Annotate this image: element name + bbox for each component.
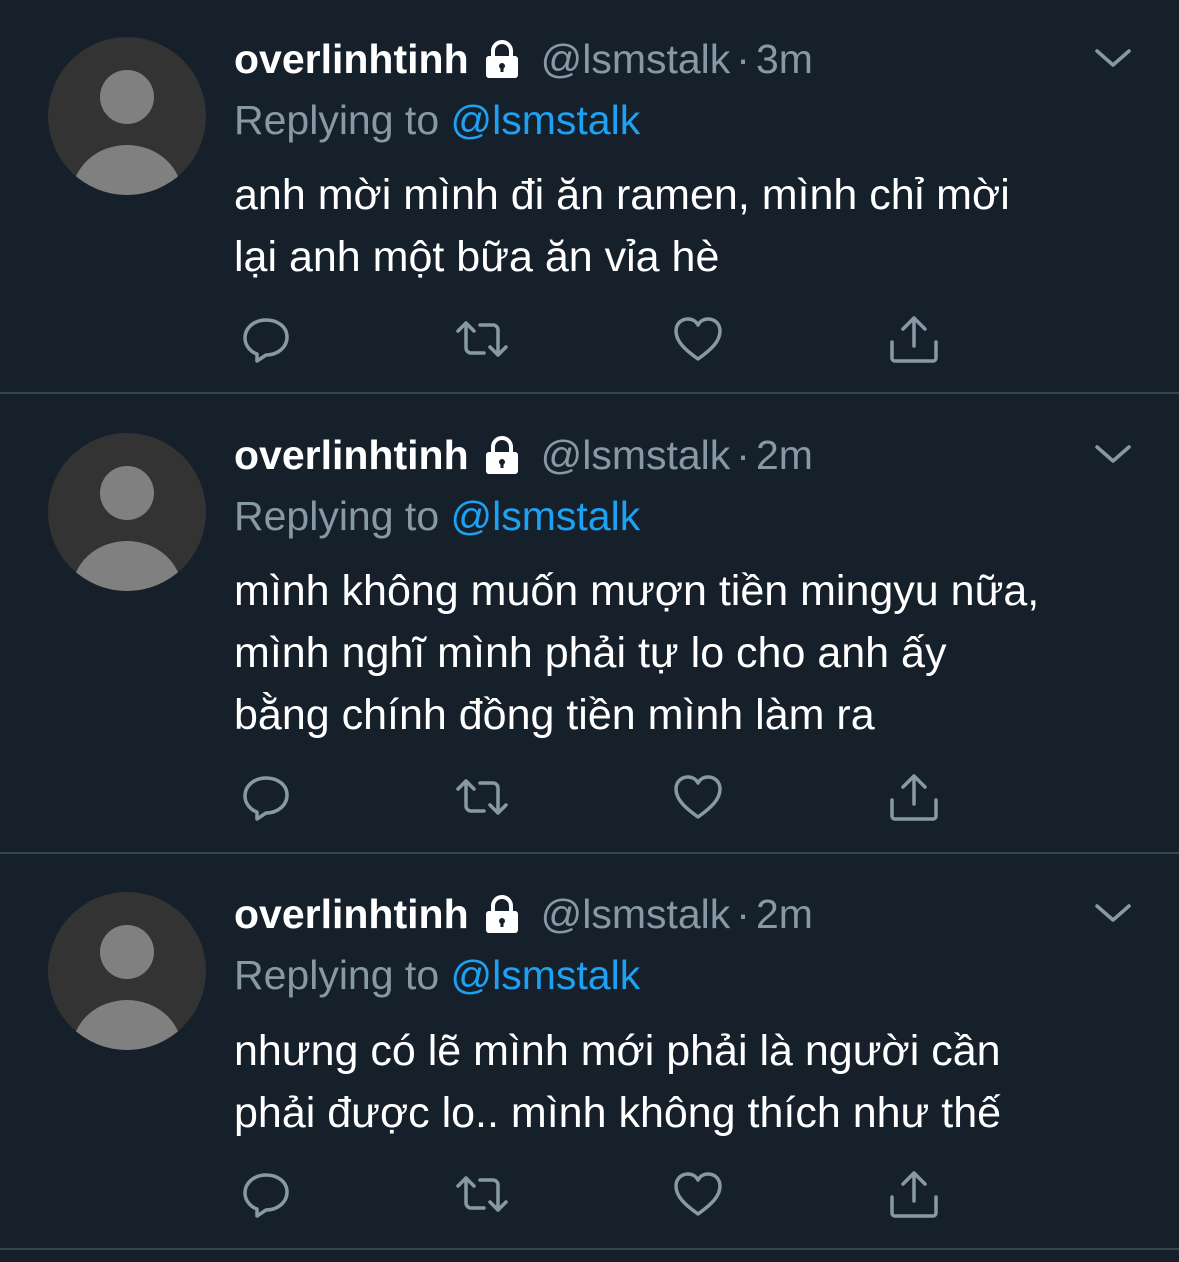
mention-link[interactable]: @lsmstalk bbox=[451, 952, 641, 998]
timestamp[interactable]: 2m bbox=[756, 888, 813, 940]
reply-icon bbox=[243, 1173, 289, 1218]
tweet-actions bbox=[238, 311, 958, 367]
replying-to: Replying to @lsmstalk bbox=[234, 949, 640, 1001]
separator-dot: · bbox=[736, 36, 750, 82]
handle[interactable]: @lsmstalk bbox=[541, 429, 731, 481]
mention-link[interactable]: @lsmstalk bbox=[451, 97, 641, 143]
tweet[interactable]: overlinhtinh @lsmstalk · 2m Replying to … bbox=[0, 394, 1179, 854]
like-button[interactable] bbox=[670, 769, 726, 825]
tweet-text-line: nhưng có lẽ mình mới phải là người cần bbox=[234, 1027, 1001, 1075]
reply-icon bbox=[243, 318, 289, 363]
reply-button[interactable] bbox=[238, 769, 294, 825]
tweet-text-line: mình nghĩ mình phải tự lo cho anh ấy bbox=[234, 629, 947, 677]
mention-link[interactable]: @lsmstalk bbox=[451, 493, 641, 539]
tweet-text-line: phải được lo.. mình không thích như thế bbox=[234, 1089, 1002, 1137]
replying-to: Replying to @lsmstalk bbox=[234, 490, 640, 542]
retweet-icon bbox=[456, 779, 508, 815]
tweet-header: overlinhtinh @lsmstalk · 2m bbox=[234, 429, 813, 481]
display-name[interactable]: overlinhtinh bbox=[234, 429, 469, 481]
replying-to-label: Replying to bbox=[234, 97, 440, 143]
tweet-header: overlinhtinh @lsmstalk · 3m bbox=[234, 33, 813, 85]
avatar[interactable] bbox=[48, 433, 206, 591]
share-icon bbox=[890, 316, 938, 363]
timestamp[interactable]: 2m bbox=[756, 429, 813, 481]
share-button[interactable] bbox=[886, 1166, 942, 1222]
reply-button[interactable] bbox=[238, 1166, 294, 1222]
lock-icon bbox=[485, 895, 518, 933]
separator-dot: · bbox=[736, 891, 750, 937]
default-profile-icon bbox=[72, 70, 182, 195]
retweet-button[interactable] bbox=[454, 769, 510, 825]
replying-to-label: Replying to bbox=[234, 493, 440, 539]
replying-to: Replying to @lsmstalk bbox=[234, 94, 640, 146]
tweet[interactable]: overlinhtinh @lsmstalk · 3m Replying to … bbox=[0, 0, 1179, 394]
tweet-header: overlinhtinh @lsmstalk · 2m bbox=[234, 888, 813, 940]
tweet-feed: overlinhtinh @lsmstalk · 3m Replying to … bbox=[0, 0, 1179, 1262]
lock-icon bbox=[485, 436, 518, 474]
chevron-down-icon[interactable] bbox=[1092, 43, 1134, 73]
retweet-button[interactable] bbox=[454, 311, 510, 367]
avatar[interactable] bbox=[48, 37, 206, 195]
replying-to-label: Replying to bbox=[234, 952, 440, 998]
handle[interactable]: @lsmstalk bbox=[541, 33, 731, 85]
separator-dot: · bbox=[736, 432, 750, 478]
default-profile-icon bbox=[72, 466, 182, 591]
display-name[interactable]: overlinhtinh bbox=[234, 33, 469, 85]
tweet-text-line: bằng chính đồng tiền mình làm ra bbox=[234, 691, 875, 739]
share-button[interactable] bbox=[886, 769, 942, 825]
retweet-icon bbox=[456, 1176, 508, 1212]
tweet[interactable]: overlinhtinh @lsmstalk · 2m Replying to … bbox=[0, 854, 1179, 1250]
tweet-text: mình không muốn mượn tiền mingyu nữa, mì… bbox=[234, 560, 1134, 746]
handle[interactable]: @lsmstalk bbox=[541, 888, 731, 940]
share-icon bbox=[890, 1171, 938, 1218]
tweet-text-line: anh mời mình đi ăn ramen, mình chỉ mời bbox=[234, 171, 1010, 219]
chevron-down-icon[interactable] bbox=[1092, 439, 1134, 469]
retweet-icon bbox=[456, 321, 508, 357]
heart-icon bbox=[674, 1172, 722, 1216]
like-button[interactable] bbox=[670, 1166, 726, 1222]
tweet-actions bbox=[238, 1166, 958, 1222]
tweet-text-line: lại anh một bữa ăn vỉa hè bbox=[234, 233, 720, 281]
avatar[interactable] bbox=[48, 892, 206, 1050]
reply-button[interactable] bbox=[238, 311, 294, 367]
like-button[interactable] bbox=[670, 311, 726, 367]
share-icon bbox=[890, 774, 938, 821]
tweet-text-line: mình không muốn mượn tiền mingyu nữa, bbox=[234, 567, 1040, 615]
chevron-down-icon[interactable] bbox=[1092, 898, 1134, 928]
reply-icon bbox=[243, 776, 289, 821]
tweet-actions bbox=[238, 769, 958, 825]
tweet-text: anh mời mình đi ăn ramen, mình chỉ mời l… bbox=[234, 164, 1134, 288]
share-button[interactable] bbox=[886, 311, 942, 367]
retweet-button[interactable] bbox=[454, 1166, 510, 1222]
default-profile-icon bbox=[72, 925, 182, 1050]
tweet-text: nhưng có lẽ mình mới phải là người cần p… bbox=[234, 1020, 1134, 1144]
heart-icon bbox=[674, 317, 722, 361]
display-name[interactable]: overlinhtinh bbox=[234, 888, 469, 940]
lock-icon bbox=[485, 40, 518, 78]
heart-icon bbox=[674, 775, 722, 819]
timestamp[interactable]: 3m bbox=[756, 33, 813, 85]
